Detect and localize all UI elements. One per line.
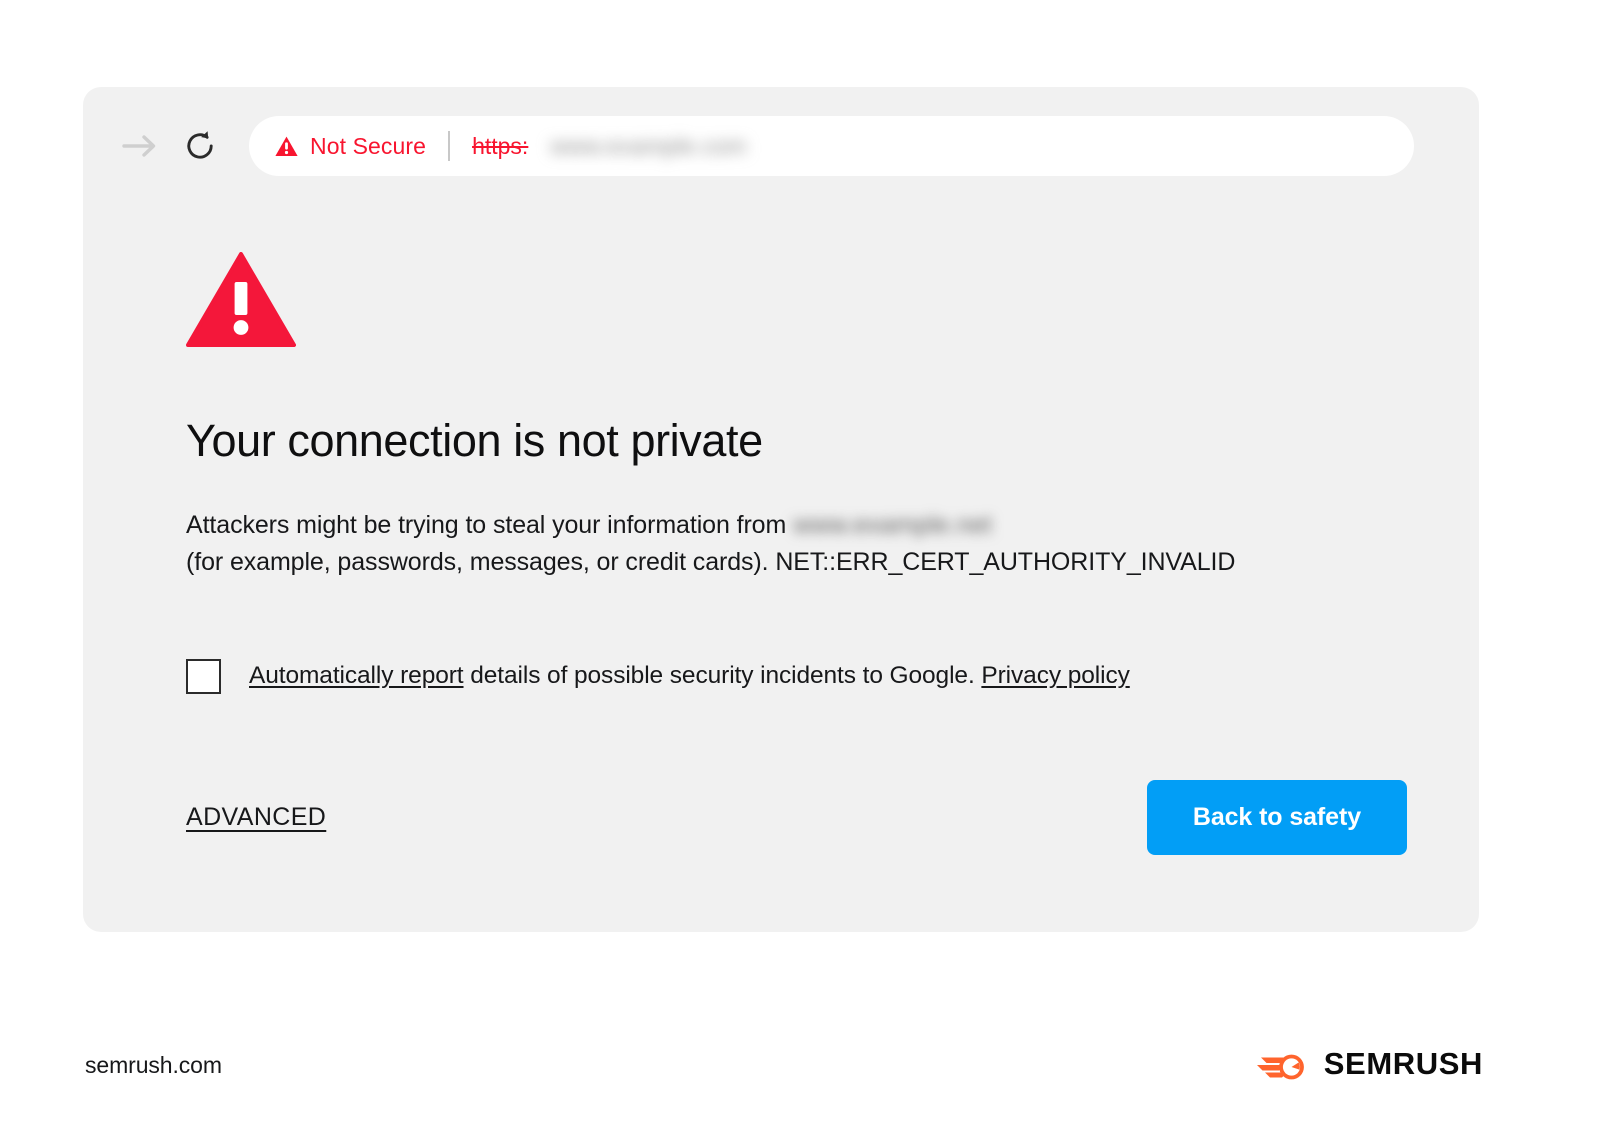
body-lead-text: Attackers might be trying to steal your … — [186, 510, 787, 539]
advanced-button[interactable]: ADVANCED — [186, 803, 326, 832]
semrush-comet-icon — [1256, 1054, 1304, 1080]
url-scheme-text: https: — [472, 132, 529, 159]
interstitial-actions: ADVANCED Back to safety — [186, 779, 1411, 855]
omnibox-divider — [448, 131, 451, 161]
semrush-wordmark: SEMRUSH — [1323, 1046, 1483, 1081]
semrush-logo: SEMRUSH — [1256, 1046, 1483, 1082]
affected-host-text: www.example.net — [793, 510, 992, 539]
footer-domain-text: semrush.com — [85, 1052, 222, 1078]
auto-report-middle-text: details of possible security incidents t… — [463, 662, 982, 689]
auto-report-label: Automatically report details of possible… — [249, 662, 1130, 690]
arrow-right-icon[interactable] — [117, 123, 163, 169]
url-host-text: www.example.com — [550, 132, 747, 159]
auto-report-link[interactable]: Automatically report — [249, 662, 464, 689]
address-bar[interactable]: Not Secure https: www.example.com — [249, 116, 1414, 176]
warning-triangle-icon — [275, 136, 298, 156]
browser-window-card: Not Secure https: www.example.com Your c… — [83, 87, 1479, 932]
auto-report-checkbox[interactable] — [186, 658, 221, 694]
warning-triangle-icon — [186, 252, 296, 347]
browser-toolbar: Not Secure https: www.example.com — [83, 87, 1479, 205]
page-footer: semrush.com SEMRUSH — [0, 1032, 1600, 1127]
interstitial-body: Attackers might be trying to steal your … — [186, 507, 1411, 581]
reload-icon[interactable] — [177, 123, 223, 169]
body-tail-text: (for example, passwords, messages, or cr… — [186, 547, 1236, 576]
privacy-policy-link[interactable]: Privacy policy — [981, 662, 1129, 689]
report-checkbox-row[interactable]: Automatically report details of possible… — [186, 658, 1411, 694]
security-status[interactable]: Not Secure — [275, 133, 426, 160]
security-status-label: Not Secure — [310, 132, 427, 159]
security-interstitial: Your connection is not private Attackers… — [186, 252, 1411, 932]
back-to-safety-button[interactable]: Back to safety — [1146, 779, 1407, 855]
screenshot-root: Not Secure https: www.example.com Your c… — [0, 0, 1600, 1127]
page-title: Your connection is not private — [186, 415, 763, 466]
